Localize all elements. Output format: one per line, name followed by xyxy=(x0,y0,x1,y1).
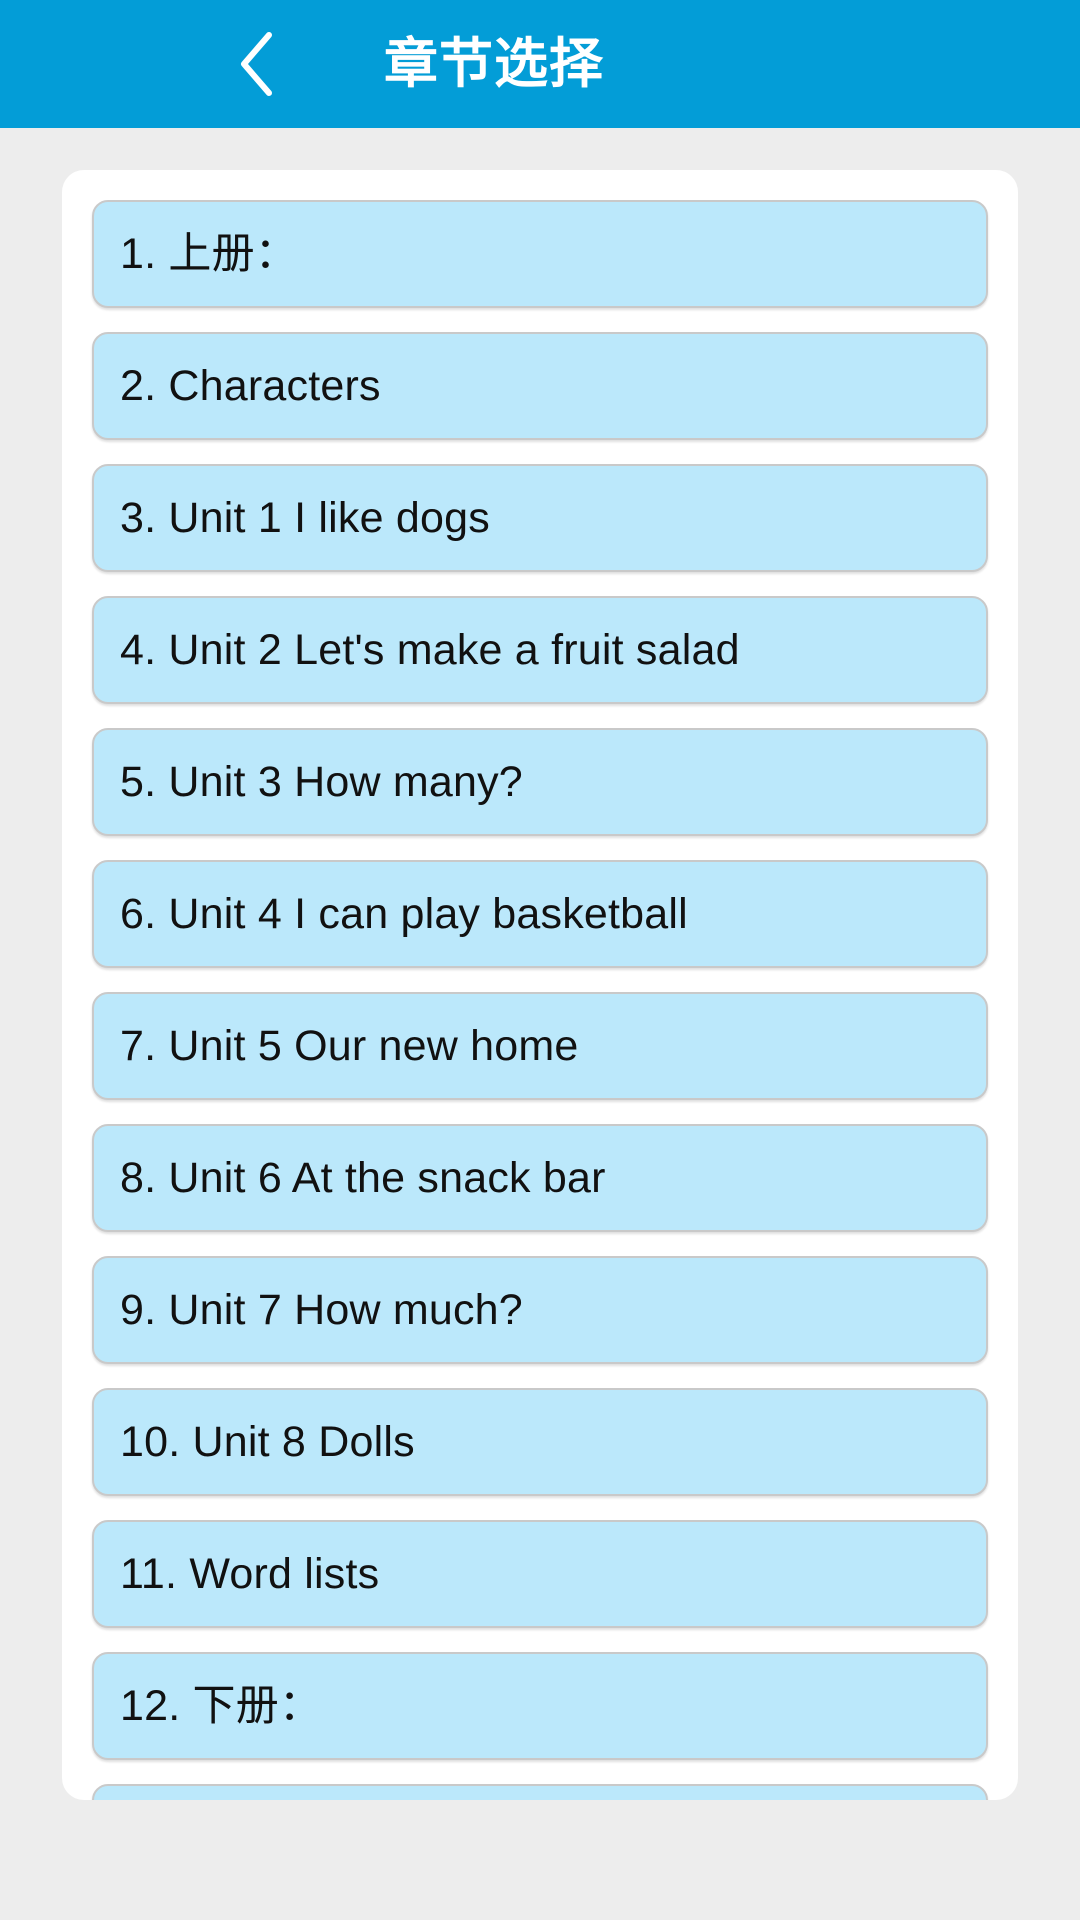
chapter-item-label: 11. Word lists xyxy=(120,1549,380,1598)
chapter-item-label: 8. Unit 6 At the snack bar xyxy=(120,1153,606,1202)
chapter-list-item[interactable]: 10. Unit 8 Dolls xyxy=(92,1388,988,1496)
chapter-list-item[interactable] xyxy=(92,1784,988,1800)
chapter-item-label: 5. Unit 3 How many? xyxy=(120,757,523,806)
chapter-item-label: 10. Unit 8 Dolls xyxy=(120,1417,415,1466)
chapter-list[interactable]: 1. 上册： 2. Characters 3. Unit 1 I like dogs… xyxy=(92,200,988,1800)
app-bar: 章节选择 xyxy=(0,0,1080,128)
chapter-list-item[interactable]: 8. Unit 6 At the snack bar xyxy=(92,1124,988,1232)
chapter-item-label: 9. Unit 7 How much? xyxy=(120,1285,523,1334)
chapter-list-item[interactable]: 9. Unit 7 How much? xyxy=(92,1256,988,1364)
page-title: 章节选择 xyxy=(384,34,604,94)
chapter-item-label: 6. Unit 4 I can play basketball xyxy=(120,889,688,938)
chapter-list-item[interactable]: 12. 下册： xyxy=(92,1652,988,1760)
chapter-item-label: 4. Unit 2 Let's make a fruit salad xyxy=(120,625,740,674)
chevron-left-icon xyxy=(236,31,276,97)
chapter-list-item[interactable]: 4. Unit 2 Let's make a fruit salad xyxy=(92,596,988,704)
chapter-item-label: 1. 上册： xyxy=(120,229,299,278)
chapter-list-item[interactable]: 3. Unit 1 I like dogs xyxy=(92,464,988,572)
chapter-list-item[interactable]: 11. Word lists xyxy=(92,1520,988,1628)
chapter-list-item[interactable]: 5. Unit 3 How many? xyxy=(92,728,988,836)
chapter-item-label: 3. Unit 1 I like dogs xyxy=(120,493,490,542)
chapter-list-item[interactable]: 2. Characters xyxy=(92,332,988,440)
chapter-list-item[interactable]: 6. Unit 4 I can play basketball xyxy=(92,860,988,968)
chapter-item-label: 7. Unit 5 Our new home xyxy=(120,1021,579,1070)
chapter-list-item[interactable]: 1. 上册： xyxy=(92,200,988,308)
chapter-list-item[interactable]: 7. Unit 5 Our new home xyxy=(92,992,988,1100)
page-body: 1. 上册： 2. Characters 3. Unit 1 I like dogs… xyxy=(0,128,1080,1920)
chapter-list-card: 1. 上册： 2. Characters 3. Unit 1 I like dogs… xyxy=(62,170,1018,1800)
back-button[interactable] xyxy=(208,0,304,128)
chapter-item-label: 12. 下册： xyxy=(120,1681,323,1730)
chapter-item-label: 2. Characters xyxy=(120,361,381,410)
